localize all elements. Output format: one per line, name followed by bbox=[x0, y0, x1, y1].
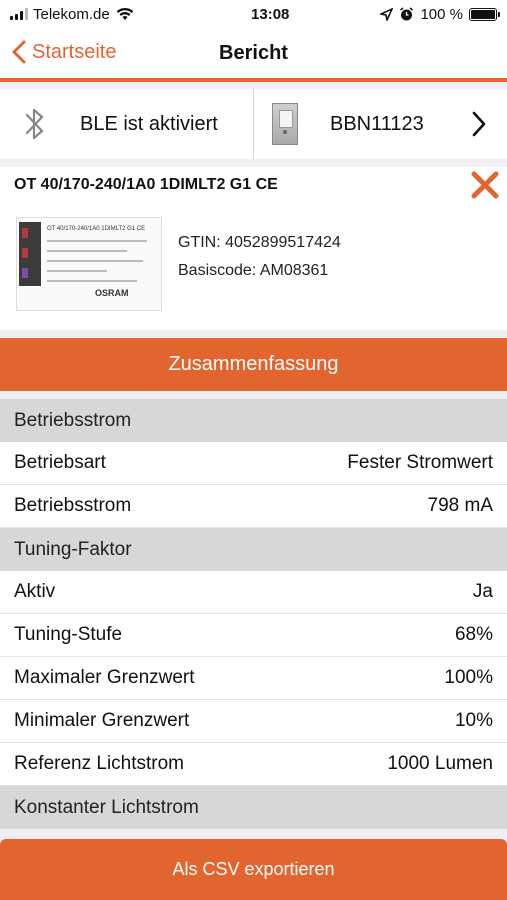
ble-device-icon bbox=[272, 103, 298, 145]
row-value: Ja bbox=[472, 581, 493, 602]
chevron-right-icon bbox=[472, 111, 486, 137]
row-label: Betriebsart bbox=[14, 452, 106, 473]
row-value: 1000 Lumen bbox=[387, 753, 493, 774]
device-bar: BLE ist aktiviert BBN11123 bbox=[0, 89, 507, 159]
row-label: Referenz Lichtstrom bbox=[14, 753, 185, 774]
table-row: Betriebsart Fester Stromwert bbox=[0, 442, 507, 485]
signal-bars-icon bbox=[10, 8, 28, 20]
product-basiscode: Basiscode: AM08361 bbox=[178, 262, 329, 279]
section-header: Konstanter Lichtstrom bbox=[0, 786, 507, 829]
product-title: OT 40/170-240/1A0 1DIMLT2 G1 CE bbox=[14, 176, 278, 193]
row-value: 68% bbox=[454, 624, 493, 645]
row-value: 100% bbox=[444, 667, 493, 688]
bluetooth-icon bbox=[25, 108, 44, 140]
table-row: Referenz Lichtstrom 1000 Lumen bbox=[0, 743, 507, 786]
table-row: Maximaler Grenzwert 100% bbox=[0, 657, 507, 700]
ble-status-label: BLE ist aktiviert bbox=[80, 112, 218, 135]
wifi-icon bbox=[116, 7, 133, 20]
carrier-label: Telekom.de bbox=[33, 5, 110, 23]
device-name: BBN11123 bbox=[330, 112, 424, 135]
product-image-terminals bbox=[19, 222, 41, 286]
table-row: Tuning-Stufe 68% bbox=[0, 614, 507, 657]
row-value: Fester Stromwert bbox=[347, 452, 493, 473]
table-row: Minimaler Grenzwert 10% bbox=[0, 700, 507, 743]
row-label: Minimaler Grenzwert bbox=[14, 710, 190, 731]
table-row: Aktiv Ja bbox=[0, 571, 507, 614]
nav-bar: Startseite Bericht bbox=[0, 28, 507, 78]
ble-status-cell[interactable]: BLE ist aktiviert bbox=[0, 89, 254, 159]
row-label: Maximaler Grenzwert bbox=[14, 667, 195, 688]
product-image-brand: OSRAM bbox=[95, 288, 129, 298]
table-row: Betriebsstrom 798 mA bbox=[0, 485, 507, 528]
status-right: 100 % bbox=[380, 6, 507, 23]
alarm-clock-icon bbox=[400, 6, 414, 20]
location-arrow-icon bbox=[380, 7, 394, 21]
export-csv-button[interactable]: Als CSV exportieren bbox=[0, 839, 507, 900]
row-label: Tuning-Stufe bbox=[14, 624, 123, 645]
device-selector[interactable]: BBN11123 bbox=[254, 89, 507, 159]
product-image: OT 40/170-240/1A0 1DIMLT2 G1 CE OSRAM bbox=[16, 217, 162, 311]
row-value: 10% bbox=[454, 710, 493, 731]
section-header: Tuning-Faktor bbox=[0, 528, 507, 571]
battery-icon bbox=[469, 7, 500, 21]
status-bar: Telekom.de 13:08 100 % bbox=[0, 0, 507, 28]
close-icon[interactable] bbox=[470, 170, 500, 200]
row-label: Betriebsstrom bbox=[14, 495, 132, 516]
product-gtin: GTIN: 4052899517424 bbox=[178, 234, 341, 251]
section-header: Betriebsstrom bbox=[0, 399, 507, 442]
product-image-model: OT 40/170-240/1A0 1DIMLT2 G1 CE bbox=[47, 226, 146, 232]
nav-accent-line bbox=[0, 78, 507, 82]
status-time: 13:08 bbox=[251, 5, 290, 23]
report-list: Betriebsstrom Betriebsart Fester Stromwe… bbox=[0, 399, 507, 829]
row-label: Aktiv bbox=[14, 581, 56, 602]
battery-percent: 100 % bbox=[420, 5, 463, 23]
back-button[interactable]: Startseite bbox=[12, 40, 116, 64]
row-value: 798 mA bbox=[427, 495, 493, 516]
summary-button[interactable]: Zusammenfassung bbox=[0, 338, 507, 391]
chevron-left-icon bbox=[12, 40, 26, 64]
back-label: Startseite bbox=[32, 40, 117, 63]
